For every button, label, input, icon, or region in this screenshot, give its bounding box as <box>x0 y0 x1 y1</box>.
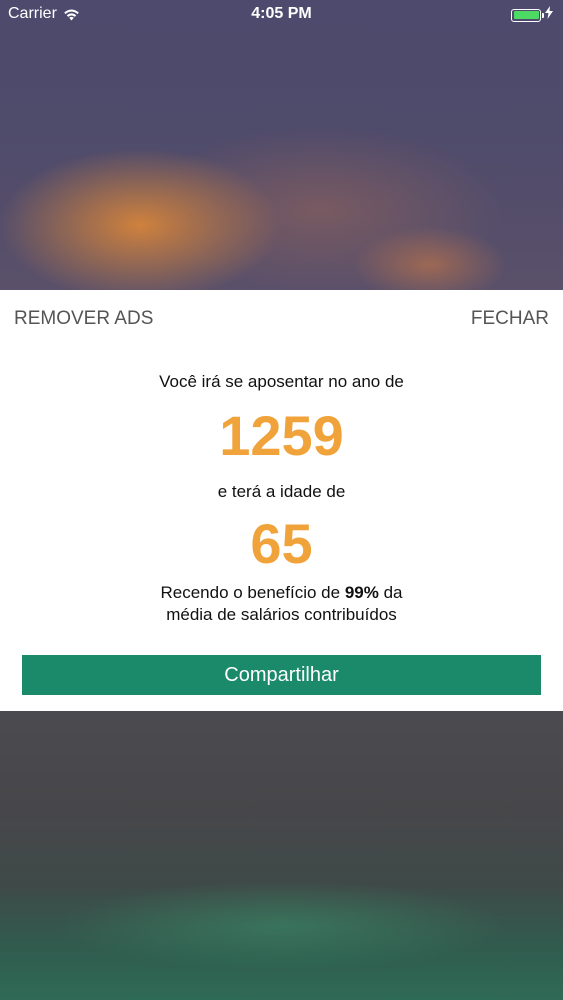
result-modal: REMOVER ADS FECHAR Você irá se aposentar… <box>0 290 563 711</box>
blurred-background-top <box>0 0 563 290</box>
blurred-background-bottom <box>0 711 563 1000</box>
retire-year-caption: Você irá se aposentar no ano de <box>159 372 404 391</box>
retire-year-value: 1259 <box>219 404 344 467</box>
benefit-text-before: Recendo o benefício de <box>160 583 341 602</box>
modal-header: REMOVER ADS FECHAR <box>0 308 563 338</box>
benefit-text-line2: média de salários contribuídos <box>166 605 397 624</box>
close-button[interactable]: FECHAR <box>471 308 549 330</box>
benefit-text-after: da <box>383 583 403 602</box>
benefit-percent: 99% <box>344 583 379 602</box>
remove-ads-button[interactable]: REMOVER ADS <box>14 308 153 330</box>
battery-indicator <box>511 6 553 24</box>
age-caption: e terá a idade de <box>217 482 346 501</box>
status-bar: Carrier 4:05 PM <box>0 0 563 30</box>
share-button-label: Compartilhar <box>224 663 339 686</box>
charging-bolt-icon <box>545 6 553 24</box>
benefit-description: Recendo o benefício de 99% da média de s… <box>0 582 563 626</box>
battery-icon <box>511 8 544 22</box>
battery-level <box>513 11 539 19</box>
status-time: 4:05 PM <box>251 5 312 22</box>
share-button[interactable]: Compartilhar <box>22 655 541 695</box>
age-value: 65 <box>250 512 313 575</box>
